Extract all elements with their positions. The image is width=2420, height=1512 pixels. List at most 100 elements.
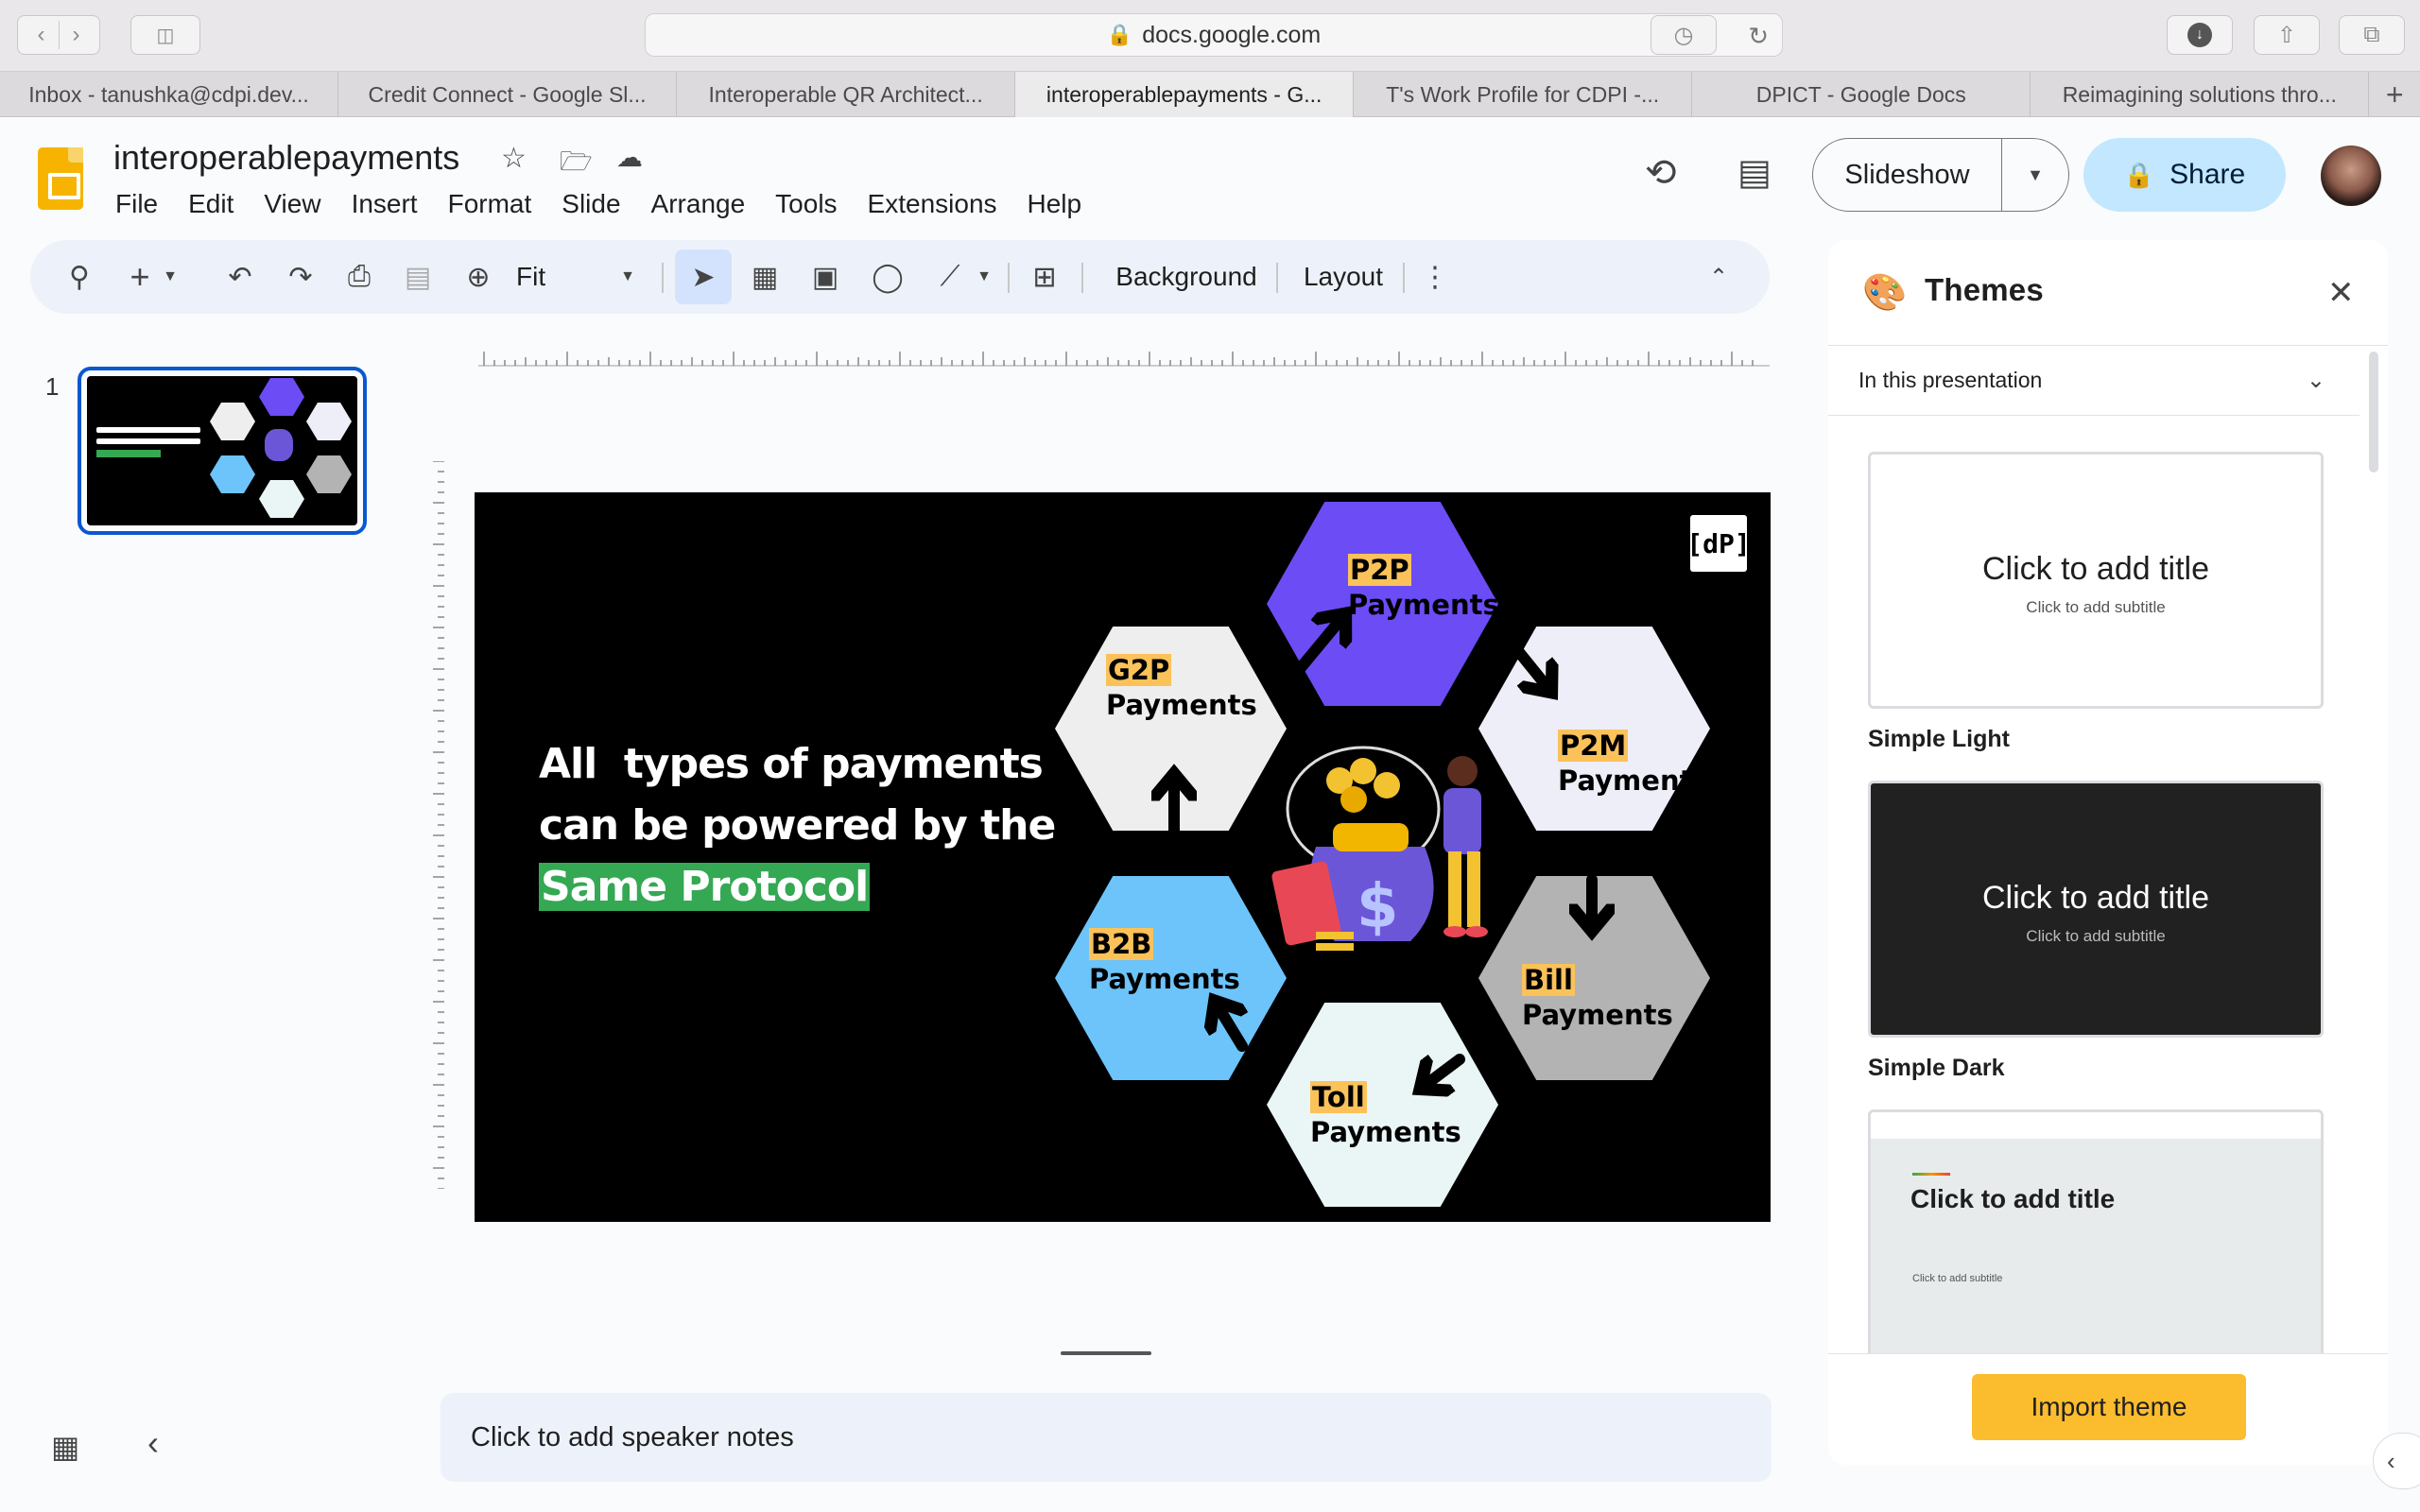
svg-text:$: $ xyxy=(1357,872,1399,942)
slide-thumbnail-preview xyxy=(87,376,357,525)
menu-extensions[interactable]: Extensions xyxy=(868,189,997,219)
divider xyxy=(1403,263,1405,293)
collapse-filmstrip-icon[interactable]: ‹ xyxy=(147,1423,159,1463)
forward-icon[interactable]: › xyxy=(73,22,80,48)
history-button[interactable]: ◷ xyxy=(1651,15,1717,55)
menu-tools[interactable]: Tools xyxy=(775,189,837,219)
background-button[interactable]: Background xyxy=(1097,240,1276,314)
tab-inbox[interactable]: Inbox - tanushka@cdpi.dev... xyxy=(0,72,339,117)
share-icon: ⇧ xyxy=(2276,22,2297,48)
menu-slide[interactable]: Slide xyxy=(562,189,620,219)
theme-accent-line xyxy=(1912,1173,1950,1176)
chevron-down-icon: ▼ xyxy=(620,268,635,284)
speaker-notes[interactable]: Click to add speaker notes xyxy=(441,1393,1772,1482)
add-comment-icon[interactable]: ⊞ xyxy=(1019,240,1070,314)
tab-interoperable-qr[interactable]: Interoperable QR Architect... xyxy=(677,72,1016,117)
slideshow-button[interactable]: Slideshow xyxy=(1813,139,2002,211)
print-icon[interactable]: ⎙ xyxy=(338,240,380,314)
star-icon[interactable]: ☆ xyxy=(501,142,527,175)
themes-scrollbar[interactable] xyxy=(2369,352,2378,472)
menu-format[interactable]: Format xyxy=(448,189,532,219)
browser-chrome: ‹ › ◫ 🔒 docs.google.com ↻ ◷ ↓ ⇧ ⧉ xyxy=(0,0,2420,72)
import-theme-button[interactable]: Import theme xyxy=(1972,1374,2246,1440)
tab-interoperablepayments[interactable]: interoperablepayments - G... xyxy=(1015,72,1355,117)
theme-preview-title: Click to add title xyxy=(1982,880,2209,916)
menu-view[interactable]: View xyxy=(264,189,320,219)
line-icon[interactable]: ⟋ xyxy=(926,240,974,314)
line-dropdown-icon[interactable]: ▼ xyxy=(972,240,996,314)
share-button[interactable]: 🔒 Share xyxy=(2083,138,2286,212)
tab-overview-button[interactable]: ⧉ xyxy=(2339,15,2405,55)
slide-thumbnail[interactable] xyxy=(78,367,367,535)
version-history-icon[interactable]: ⟲ xyxy=(1645,151,1677,195)
menu-file[interactable]: File xyxy=(115,189,158,219)
downloads-button[interactable]: ↓ xyxy=(2167,15,2233,55)
back-icon[interactable]: ‹ xyxy=(38,22,45,48)
tab-reimagining[interactable]: Reimagining solutions thro... xyxy=(2031,72,2370,117)
paint-format-icon[interactable]: ▤ xyxy=(397,240,439,314)
image-icon[interactable]: ▣ xyxy=(802,240,849,314)
theme-simple-dark[interactable]: Click to add title Click to add subtitle xyxy=(1868,781,2324,1038)
menu-insert[interactable]: Insert xyxy=(352,189,418,219)
reload-icon[interactable]: ↻ xyxy=(1748,22,1769,51)
share-page-button[interactable]: ⇧ xyxy=(2254,15,2320,55)
comments-icon[interactable]: ▤ xyxy=(1737,151,1772,194)
slide-canvas[interactable]: All types of payments can be powered by … xyxy=(475,492,1771,1222)
theme-name: Simple Light xyxy=(1868,726,2010,752)
theme-streamline[interactable]: Click to add title Click to add subtitle xyxy=(1868,1109,2324,1353)
menu-bar: File Edit View Insert Format Slide Arran… xyxy=(115,189,1112,219)
document-title[interactable]: interoperablepayments xyxy=(113,138,459,178)
undo-icon[interactable]: ↶ xyxy=(219,240,261,314)
search-menus-icon[interactable]: ⚲ xyxy=(59,240,100,314)
tab-dpict[interactable]: DPICT - Google Docs xyxy=(1692,72,2031,117)
cloud-saved-icon[interactable]: ☁ xyxy=(616,142,643,173)
tab-work-profile[interactable]: T's Work Profile for CDPI -... xyxy=(1354,72,1693,117)
close-icon[interactable]: ✕ xyxy=(2327,274,2355,312)
divider xyxy=(662,263,664,293)
theme-preview-subtitle: Click to add subtitle xyxy=(1912,1273,2003,1284)
avatar[interactable] xyxy=(2321,146,2381,206)
zoom-value: Fit xyxy=(516,262,546,291)
layout-button[interactable]: Layout xyxy=(1291,240,1395,314)
grid-view-icon[interactable]: ▦ xyxy=(51,1429,79,1465)
notes-resize-handle[interactable] xyxy=(1061,1351,1151,1355)
back-forward-buttons[interactable]: ‹ › xyxy=(17,15,100,55)
move-folder-icon[interactable]: 🗁 xyxy=(560,142,593,187)
vertical-ruler[interactable] xyxy=(431,461,444,1189)
zoom-select[interactable]: Fit ▼ xyxy=(503,240,645,314)
slideshow-dropdown-icon[interactable]: ▼ xyxy=(2002,139,2068,211)
zoom-icon[interactable]: ⊕ xyxy=(458,240,499,314)
horizontal-ruler[interactable] xyxy=(478,350,1770,367)
more-options-icon[interactable]: ⋮ xyxy=(1416,240,1454,314)
arrow-toll xyxy=(1422,1054,1465,1088)
chevron-down-icon: ⌄ xyxy=(2306,368,2325,393)
side-panel-toggle[interactable]: ‹ xyxy=(2373,1433,2420,1489)
themes-panel: 🎨 Themes ✕ In this presentation ⌄ Click … xyxy=(1828,240,2388,1465)
lock-icon: 🔒 xyxy=(2123,160,2155,189)
sidebar-icon: ◫ xyxy=(156,25,175,46)
new-slide-icon[interactable]: + xyxy=(121,240,159,314)
menu-help[interactable]: Help xyxy=(1028,189,1082,219)
select-tool-icon[interactable]: ➤ xyxy=(675,249,732,304)
theme-filter-dropdown[interactable]: In this presentation ⌄ xyxy=(1828,346,2360,416)
clock-icon: ◷ xyxy=(1673,22,1694,48)
text-box-icon[interactable]: ▦ xyxy=(741,240,788,314)
share-label: Share xyxy=(2169,159,2246,190)
theme-name: Simple Dark xyxy=(1868,1055,2005,1081)
menu-arrange[interactable]: Arrange xyxy=(651,189,746,219)
sidebar-toggle-button[interactable]: ◫ xyxy=(130,15,200,55)
menu-edit[interactable]: Edit xyxy=(188,189,233,219)
chevron-left-icon: ‹ xyxy=(2387,1446,2395,1475)
new-tab-button[interactable]: + xyxy=(2369,72,2420,117)
palette-icon: 🎨 xyxy=(1862,273,1908,313)
tab-bar: Inbox - tanushka@cdpi.dev... Credit Conn… xyxy=(0,72,2420,117)
shape-icon[interactable]: ◯ xyxy=(864,240,911,314)
themes-panel-title: Themes xyxy=(1925,272,2044,307)
redo-icon[interactable]: ↷ xyxy=(280,240,321,314)
slides-logo-icon[interactable] xyxy=(38,147,83,210)
tab-credit-connect[interactable]: Credit Connect - Google Sl... xyxy=(338,72,678,117)
new-slide-dropdown-icon[interactable]: ▼ xyxy=(159,240,182,314)
address-bar[interactable]: 🔒 docs.google.com ↻ xyxy=(645,13,1783,57)
theme-simple-light[interactable]: Click to add title Click to add subtitle xyxy=(1868,452,2324,709)
collapse-toolbar-icon[interactable]: ⌃ xyxy=(1700,240,1737,314)
